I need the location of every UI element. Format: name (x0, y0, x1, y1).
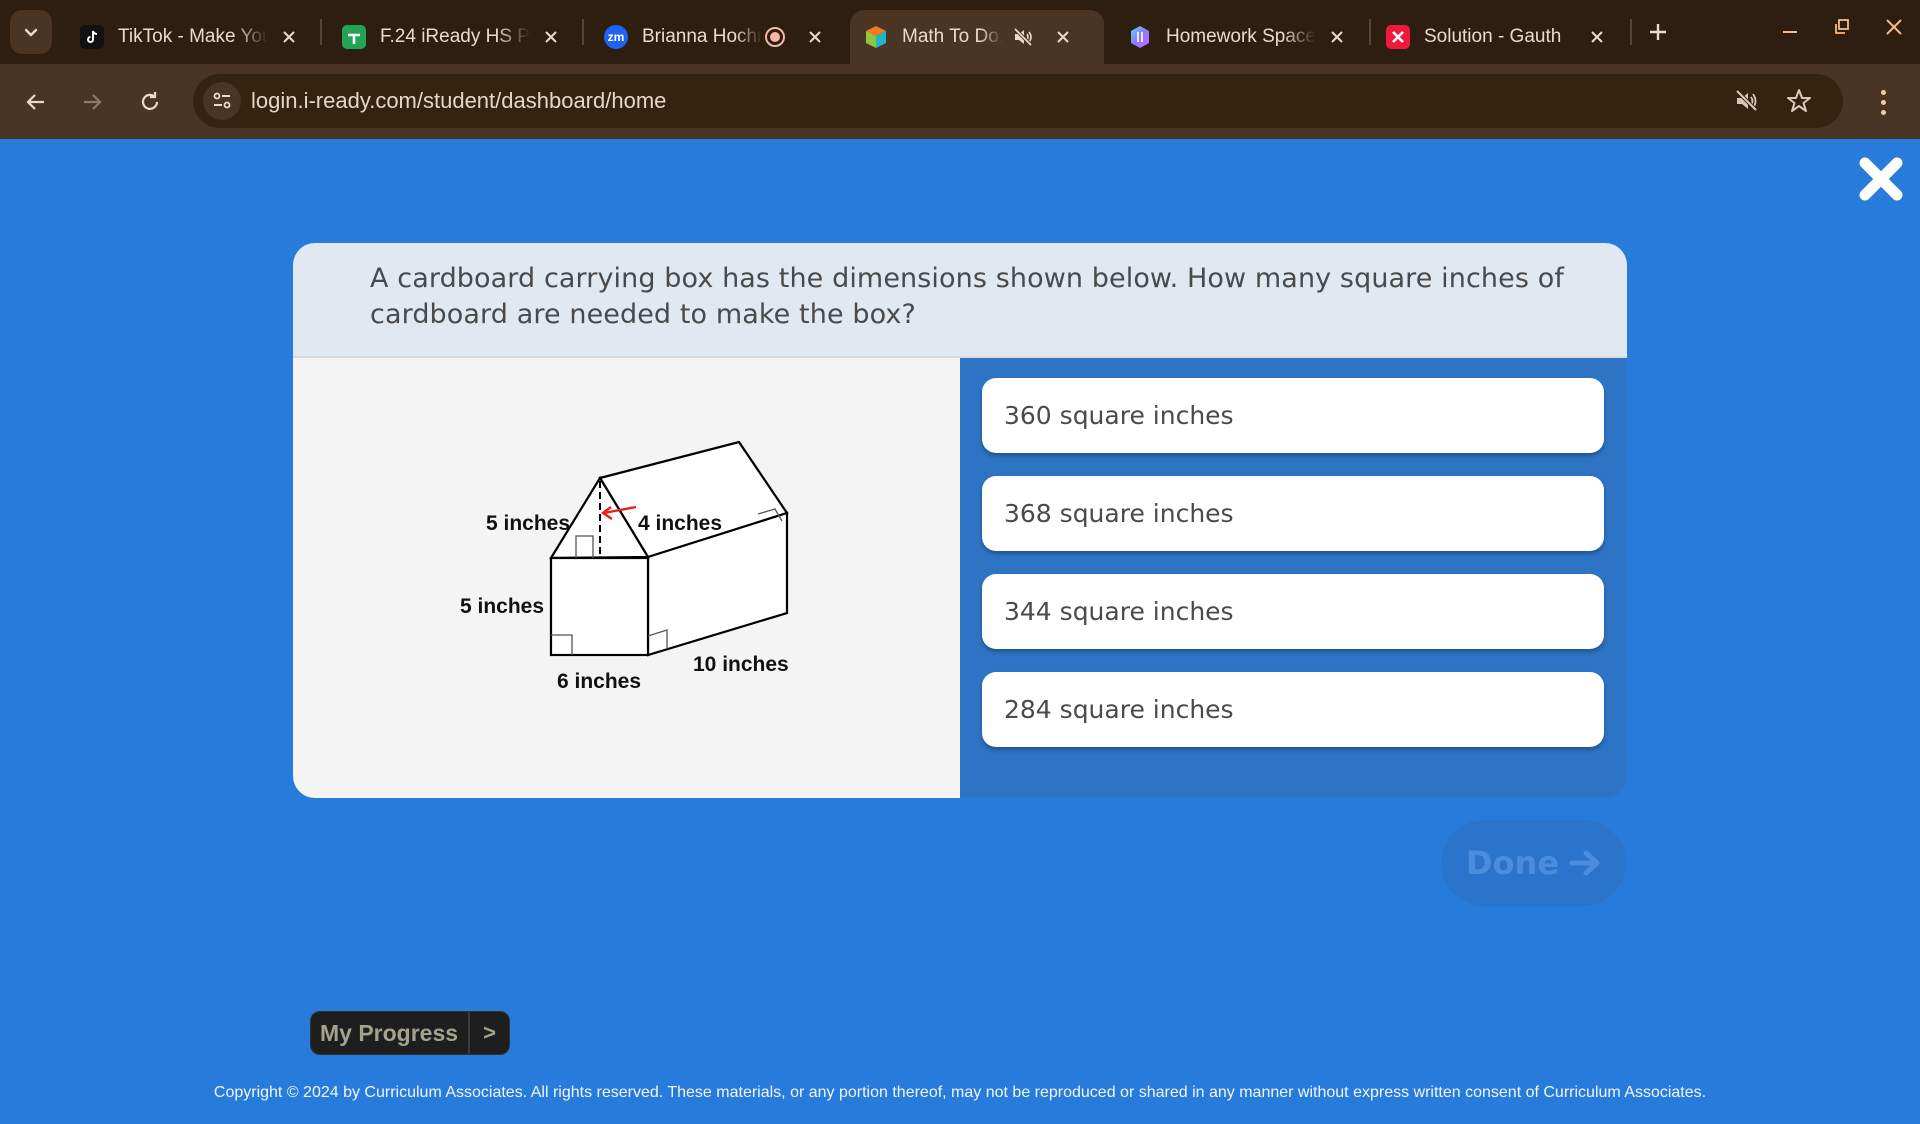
tab-separator (1369, 19, 1371, 45)
close-window-button[interactable] (1872, 10, 1916, 44)
close-tab-icon[interactable] (538, 24, 564, 50)
close-tab-icon[interactable] (1324, 24, 1350, 50)
answer-choice-a[interactable]: 360 square inches (982, 378, 1604, 453)
iready-cube-icon (864, 25, 888, 49)
done-label: Done (1465, 844, 1560, 882)
arrow-right-icon (1569, 850, 1600, 876)
arrow-left-icon (26, 94, 44, 110)
url-text[interactable]: login.i-ready.com/student/dashboard/home (251, 74, 666, 128)
chevron-down-icon (24, 28, 38, 37)
tab-title: TikTok - Make Your Day (118, 26, 268, 47)
question-card: A cardboard carrying box has the dimensi… (293, 243, 1627, 798)
restore-icon (1835, 19, 1849, 34)
site-muted-button[interactable] (1733, 87, 1761, 115)
browser-tab-bar: TikTok - Make Your Day F.24 iReady HS Pr… (0, 0, 1920, 64)
front-rectangle (549, 556, 650, 657)
close-icon (1859, 157, 1903, 201)
tab-iready-math[interactable]: Math To Do, i-Ready (850, 10, 1104, 64)
back-button[interactable] (16, 82, 56, 122)
tab-separator (1630, 19, 1632, 45)
plus-icon (1650, 24, 1666, 40)
address-bar[interactable]: login.i-ready.com/student/dashboard/home (193, 74, 1843, 128)
reload-icon (141, 92, 159, 110)
close-icon (1886, 19, 1902, 35)
new-tab-button[interactable] (1642, 16, 1674, 48)
homework-space-icon (1128, 25, 1152, 49)
question-header: A cardboard carrying box has the dimensi… (293, 243, 1627, 358)
minimize-button[interactable] (1768, 10, 1812, 44)
my-progress-button[interactable]: My Progress > (310, 1011, 510, 1055)
tab-sheets[interactable]: F.24 iReady HS Practice (328, 10, 578, 64)
tab-title: Solution - Gauth (1424, 26, 1562, 47)
tab-homework-space[interactable]: Homework Space (1114, 10, 1364, 64)
tab-search-button[interactable] (10, 10, 52, 54)
tab-separator (582, 19, 584, 45)
close-tab-icon[interactable] (1584, 24, 1610, 50)
forward-button[interactable] (72, 82, 112, 122)
tab-title: Brianna Hochman (642, 26, 762, 47)
tab-title: F.24 iReady HS Practice (380, 26, 530, 47)
tune-icon (213, 92, 231, 109)
recording-icon (762, 24, 788, 50)
tab-gauth[interactable]: Solution - Gauth (1372, 10, 1628, 64)
site-info-button[interactable] (203, 82, 241, 120)
answer-choice-d[interactable]: 284 square inches (982, 672, 1604, 747)
zoom-icon: zm (604, 25, 628, 49)
browser-toolbar: login.i-ready.com/student/dashboard/home (0, 64, 1920, 139)
lesson-page: A cardboard carrying box has the dimensi… (0, 139, 1920, 1124)
my-progress-label: My Progress (311, 1012, 470, 1054)
answer-choice-b[interactable]: 368 square inches (982, 476, 1604, 551)
tab-separator (320, 19, 322, 45)
prism-diagram: 5 inches 4 inches 5 inches 6 inches 10 i… (460, 440, 789, 693)
chevron-right-icon: > (483, 1020, 496, 1045)
tab-zoom[interactable]: zm Brianna Hochman (590, 10, 850, 64)
gauth-icon (1386, 25, 1410, 49)
done-button[interactable]: Done (1441, 820, 1626, 906)
answer-choice-c[interactable]: 344 square inches (982, 574, 1604, 649)
close-tab-icon[interactable] (802, 24, 828, 50)
restore-button[interactable] (1820, 10, 1864, 44)
label-wall-height: 5 inches (460, 595, 544, 618)
question-prompt: A cardboard carrying box has the dimensi… (370, 263, 1564, 330)
figure-panel: 5 inches 4 inches 5 inches 6 inches 10 i… (293, 358, 960, 798)
close-tab-icon[interactable] (1050, 24, 1076, 50)
google-sheets-icon (342, 25, 366, 49)
dot (1880, 89, 1886, 95)
muted-icon (1735, 89, 1758, 112)
tab-title: Math To Do, i-Ready (902, 26, 1002, 47)
dot (1880, 109, 1886, 115)
tab-tiktok[interactable]: TikTok - Make Your Day (66, 10, 316, 64)
tab-title: Homework Space (1166, 26, 1316, 47)
label-slant: 5 inches (486, 512, 570, 535)
arrow-right-icon (84, 94, 102, 110)
label-triangle-height: 4 inches (638, 512, 722, 535)
browser-menu-button[interactable] (1868, 82, 1898, 122)
reload-button[interactable] (130, 82, 170, 122)
bookmark-button[interactable] (1785, 87, 1813, 115)
close-tab-icon[interactable] (276, 24, 302, 50)
dot (1880, 99, 1886, 105)
close-lesson-button[interactable] (1858, 156, 1904, 202)
muted-icon[interactable] (1010, 24, 1036, 50)
minimize-icon (1783, 31, 1797, 33)
answer-choices: 360 square inches 368 square inches 344 … (960, 358, 1627, 798)
tiktok-icon (80, 25, 104, 49)
label-width: 6 inches (557, 670, 641, 693)
label-length: 10 inches (693, 653, 789, 676)
star-icon (1787, 89, 1811, 112)
copyright-notice: Copyright © 2024 by Curriculum Associate… (213, 1084, 1707, 1101)
